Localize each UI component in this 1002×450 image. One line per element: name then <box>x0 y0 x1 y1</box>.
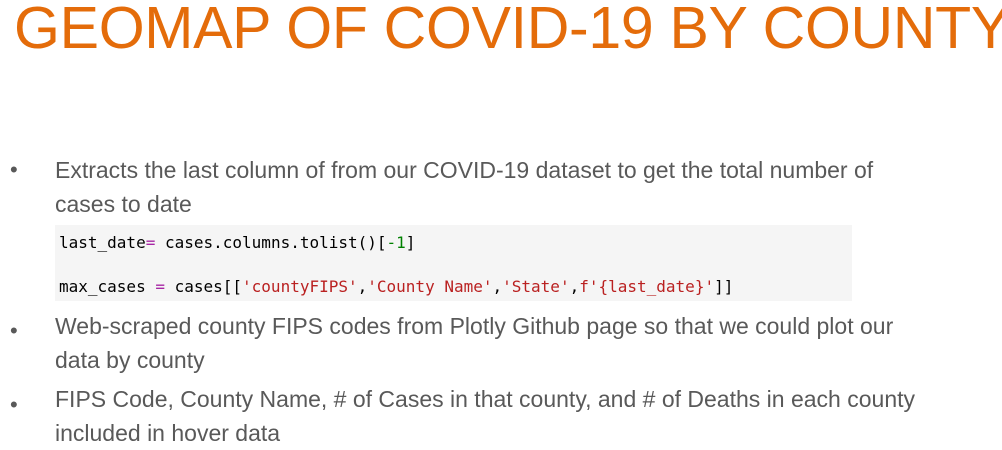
code-expression: cases[[ <box>164 277 243 296</box>
bullet-line: Extracts the last column of from our COV… <box>55 157 874 183</box>
code-operator: = <box>155 277 165 296</box>
code-expression: cases.columns.tolist()[ <box>155 233 387 252</box>
bullet-item-extract: Extracts the last column of from our COV… <box>55 153 1000 221</box>
code-operator: = <box>145 233 156 252</box>
bullet-line: FIPS Code, County Name, # of Cases in th… <box>55 386 915 412</box>
bullet-marker: • <box>10 392 18 417</box>
code-number: -1 <box>386 233 406 252</box>
slide-title: GEOMAP OF COVID-19 BY COUNTY <box>14 0 1002 61</box>
code-string: 'State' <box>502 277 570 296</box>
bullet-marker: • <box>10 157 18 182</box>
code-bracket: ]] <box>714 277 734 296</box>
bullet-marker: • <box>10 318 18 343</box>
bullet-item-hover-data: FIPS Code, County Name, # of Cases in th… <box>55 382 1000 450</box>
code-variable: last_date <box>59 233 146 252</box>
bullet-line: data by county <box>55 347 205 373</box>
code-comma: , <box>569 277 580 296</box>
code-comma: , <box>492 277 503 296</box>
bullet-line: included in hover data <box>55 420 281 446</box>
code-string: f'{last_date}' <box>579 277 715 296</box>
bullet-line: cases to date <box>55 191 192 217</box>
code-line-last-date: last_date= cases.columns.tolist()[-1] <box>59 233 415 253</box>
code-line-max-cases: max_cases = cases[['countyFIPS','County … <box>59 277 733 297</box>
code-bracket: ] <box>405 233 416 252</box>
bullet-item-webscrape: Web-scraped county FIPS codes from Plotl… <box>55 309 1000 377</box>
code-string: 'County Name' <box>367 277 493 296</box>
code-string: 'countyFIPS' <box>242 277 358 296</box>
code-comma: , <box>357 277 368 296</box>
bullet-line: Web-scraped county FIPS codes from Plotl… <box>55 313 894 339</box>
code-snippet: last_date= cases.columns.tolist()[-1] ma… <box>55 225 852 301</box>
code-variable: max_cases <box>59 277 156 296</box>
